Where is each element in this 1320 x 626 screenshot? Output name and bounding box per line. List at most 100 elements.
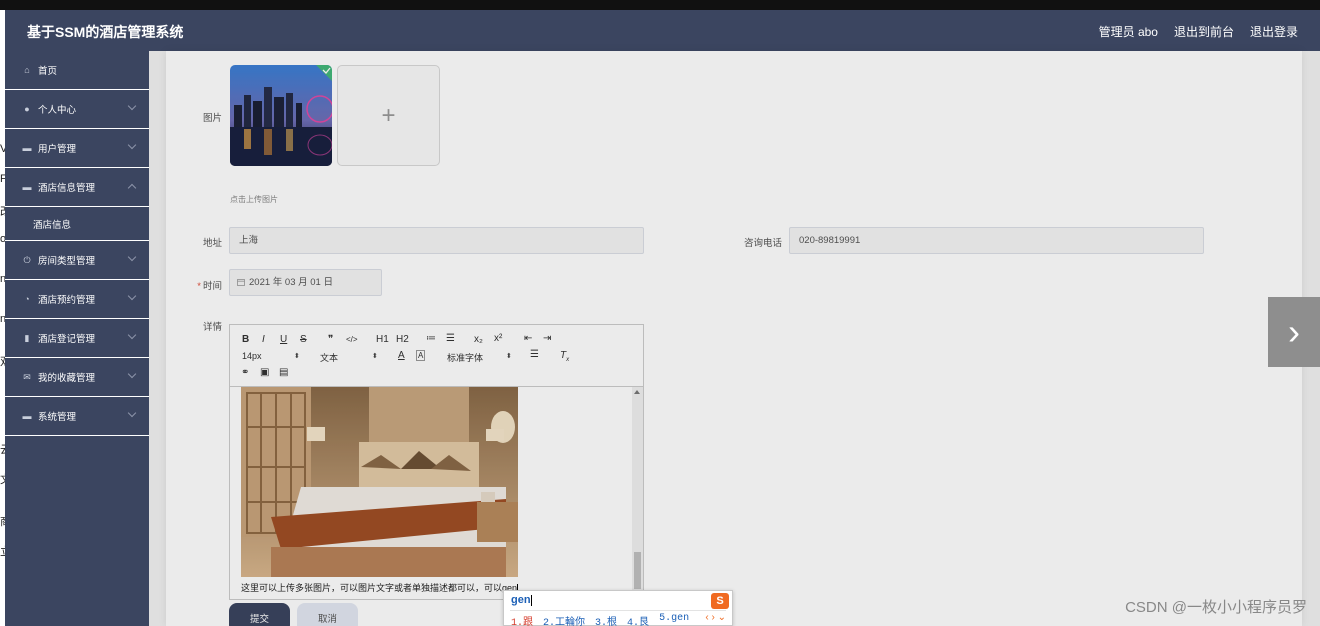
subscript-button[interactable]: x₂ <box>474 334 483 345</box>
uploaded-image-thumbnail[interactable] <box>230 65 332 166</box>
font-color-icon[interactable]: A <box>398 350 405 361</box>
address-input[interactable]: 上海 <box>229 227 644 254</box>
chevron-down-icon <box>127 330 137 340</box>
sidebar-item-hotel-info-management[interactable]: ▬ 酒店信息管理 <box>5 168 149 207</box>
chevron-down-icon <box>127 291 137 301</box>
csdn-watermark: CSDN @一枚小小程序员罗 <box>1125 599 1307 616</box>
back-to-front-link[interactable]: 退出到前台 <box>1174 23 1234 40</box>
sidebar-item-personal-center[interactable]: ● 个人中心 <box>5 90 149 129</box>
sidebar-item-label: 酒店信息管理 <box>38 183 96 194</box>
home-icon: ⌂ <box>24 65 30 75</box>
scrollbar-thumb[interactable] <box>634 552 641 589</box>
logout-link[interactable]: 退出登录 <box>1250 23 1298 40</box>
header-nav: 管理员 abo 退出到前台 退出登录 <box>1099 23 1298 40</box>
chevron-up-icon <box>127 183 137 193</box>
ime-candidate[interactable]: 4.艮 <box>627 613 649 626</box>
phone-input[interactable]: 020-89819991 <box>789 227 1204 254</box>
sidebar-item-label: 酒店登记管理 <box>38 334 96 345</box>
font-size-select[interactable]: 14px <box>242 351 262 361</box>
bold-button[interactable]: B <box>242 334 249 345</box>
chevron-down-icon <box>127 252 137 262</box>
strike-button[interactable]: S <box>300 334 307 345</box>
phone-label: 咨询电话 <box>743 238 782 249</box>
upload-hint: 点击上传图片 <box>230 195 278 204</box>
ime-caret <box>530 594 532 606</box>
editor-scrollbar[interactable] <box>632 387 643 599</box>
blockquote-icon[interactable]: ❞ <box>328 334 333 345</box>
image-icon[interactable]: ▣ <box>260 367 269 378</box>
sidebar-item-system-management[interactable]: ▬ 系统管理 <box>5 397 149 436</box>
upload-image-button[interactable]: + <box>337 65 440 166</box>
heading1-button[interactable]: H1 <box>376 334 389 345</box>
sidebar-subitem-hotel-info[interactable]: 酒店信息 <box>5 207 149 241</box>
sidebar-item-favorites-management[interactable]: ✉ 我的收藏管理 <box>5 358 149 397</box>
ime-candidates: 1.跟 2.工輪你 3.根 4.艮 5.gen <box>511 613 689 626</box>
app-title: 基于SSM的酒店管理系统 <box>27 24 184 40</box>
required-mark: * <box>197 281 201 292</box>
chevron-down-icon <box>127 408 137 418</box>
chevron-down-icon <box>127 140 137 150</box>
date-picker-input[interactable]: 2021 年 03 月 01 日 <box>229 269 382 296</box>
block-format-select[interactable]: 文本 <box>320 351 338 364</box>
scroll-up-arrow-icon[interactable] <box>634 390 640 394</box>
link-icon[interactable]: ⚭ <box>241 367 249 378</box>
underline-button[interactable]: U <box>280 334 287 345</box>
cancel-button[interactable]: 取消 <box>297 603 358 626</box>
sidebar-item-label: 酒店预约管理 <box>38 295 96 306</box>
ime-candidate[interactable]: 2.工輪你 <box>543 613 585 626</box>
indent-icon[interactable]: ⇥ <box>543 333 551 344</box>
sidebar-item-booking-management[interactable]: ◔ 酒店预约管理 <box>5 280 149 319</box>
list-icon: ▬ <box>22 182 32 192</box>
sidebar-item-checkin-management[interactable]: ▮ 酒店登记管理 <box>5 319 149 358</box>
image-label: 图片 <box>202 113 222 124</box>
sidebar-item-label: 个人中心 <box>38 105 77 116</box>
sidebar-item-home[interactable]: ⌂ 首页 <box>5 51 149 90</box>
italic-button[interactable]: I <box>262 334 265 345</box>
ime-page-arrows-icon[interactable]: ‹ › ⌄ <box>705 612 726 623</box>
heading2-button[interactable]: H2 <box>396 334 409 345</box>
font-family-select[interactable]: 标准字体 <box>447 351 483 364</box>
ime-composition-text: gen <box>511 594 531 606</box>
ime-separator <box>510 610 726 611</box>
sidebar-item-label: 我的收藏管理 <box>38 373 96 384</box>
carousel-next-arrow-icon[interactable]: › <box>1268 297 1320 367</box>
ime-candidate[interactable]: 1.跟 <box>511 613 533 626</box>
bar-chart-icon: ▮ <box>24 332 30 343</box>
submit-button[interactable]: 提交 <box>229 603 290 626</box>
ime-candidate[interactable]: 3.根 <box>595 613 617 626</box>
editor-content-area[interactable]: 这里可以上传多张图片，可以图片文字或者单独描述都可以，可以gen <box>230 387 632 599</box>
clear-format-icon[interactable]: Tx <box>560 350 569 363</box>
ime-candidate-window: gen S 1.跟 2.工輪你 3.根 4.艮 5.gen ‹ › ⌄ <box>503 590 733 626</box>
sogou-logo-icon: S <box>711 593 729 609</box>
app-header: 基于SSM的酒店管理系统 管理员 abo 退出到前台 退出登录 <box>5 10 1320 51</box>
bullet-list-icon[interactable]: ☰ <box>446 333 455 344</box>
ordered-list-icon[interactable]: ≔ <box>426 333 436 344</box>
list-icon: ▬ <box>22 411 32 421</box>
outdent-icon[interactable]: ⇤ <box>524 333 532 344</box>
user-icon: ● <box>24 104 30 114</box>
top-black-strip <box>0 0 1320 10</box>
chevron-down-icon <box>127 101 137 111</box>
sidebar: ⌂ 首页 ● 个人中心 ▬ 用户管理 ▬ 酒店信息管理 酒店信息 ⏻ 房间类型管… <box>5 51 149 626</box>
video-icon[interactable]: ▤ <box>279 367 288 378</box>
superscript-button[interactable]: x² <box>494 333 502 344</box>
sidebar-item-user-management[interactable]: ▬ 用户管理 <box>5 129 149 168</box>
address-label: 地址 <box>202 238 222 249</box>
sidebar-item-label: 系统管理 <box>38 412 77 423</box>
select-updown-icon: ⬍ <box>294 353 300 360</box>
ime-candidate[interactable]: 5.gen <box>659 613 689 626</box>
editor-text-content: 这里可以上传多张图片，可以图片文字或者单独描述都可以，可以gen <box>241 583 518 593</box>
power-icon: ⏻ <box>23 254 31 265</box>
align-left-icon[interactable]: ☰ <box>530 349 539 360</box>
background-color-icon[interactable]: A <box>416 350 426 361</box>
date-value: 2021 年 03 月 01 日 <box>249 277 333 288</box>
calendar-icon <box>237 279 245 286</box>
admin-user-link[interactable]: 管理员 abo <box>1099 23 1158 40</box>
select-updown-icon: ⬍ <box>372 353 378 360</box>
sidebar-item-label: 用户管理 <box>38 144 77 155</box>
editor-text: 这里可以上传多张图片，可以图片文字或者单独描述都可以，可以gen <box>241 581 519 594</box>
code-block-icon[interactable]: </> <box>346 335 358 344</box>
sidebar-item-room-type-management[interactable]: ⏻ 房间类型管理 <box>5 241 149 280</box>
city-skyline-image <box>230 65 332 166</box>
hotel-room-image <box>241 387 518 577</box>
